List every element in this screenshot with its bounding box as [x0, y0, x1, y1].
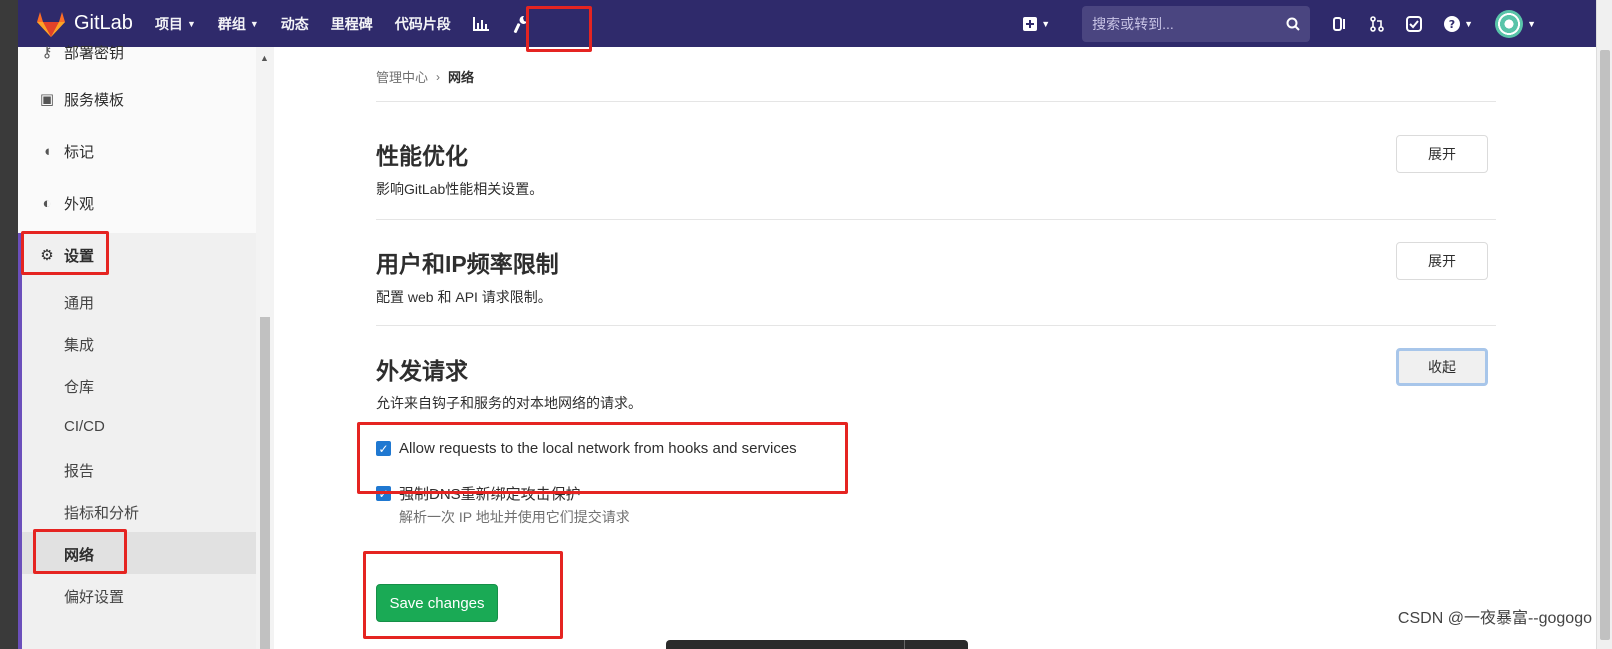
chevron-down-icon: ▼: [186, 18, 196, 29]
merge-request-icon[interactable]: [1370, 15, 1384, 32]
chevron-right-icon: ›: [436, 69, 441, 84]
chart-icon[interactable]: [472, 16, 489, 31]
nav-projects[interactable]: 项目 ▼: [155, 14, 196, 34]
sidebar-sub-reporting[interactable]: 报告: [64, 460, 94, 481]
bottom-toolbar[interactable]: [666, 640, 968, 649]
gitlab-logo-icon: [37, 11, 65, 37]
sidebar-item-service-templates[interactable]: ▣ 服务模板: [18, 87, 256, 111]
palette-icon: ◐: [42, 194, 52, 212]
collapse-outbound-button[interactable]: 收起: [1396, 348, 1488, 386]
sidebar-sub-integrations[interactable]: 集成: [64, 334, 94, 355]
nav-activity[interactable]: 动态: [281, 14, 309, 34]
section-desc-rate-limits: 配置 web 和 API 请求限制。: [376, 289, 552, 305]
watermark: CSDN @一夜暴富--gogogo: [1397, 610, 1592, 627]
section-desc-performance: 影响GitLab性能相关设置。: [376, 181, 544, 197]
wrench-highlight-box: [526, 6, 592, 52]
template-icon: ▣: [39, 91, 55, 108]
nav-milestones[interactable]: 里程碑: [331, 14, 373, 34]
scroll-up-icon[interactable]: ▲: [260, 53, 269, 63]
page-scroll-thumb[interactable]: [1600, 50, 1610, 640]
divider: [376, 325, 1496, 326]
sidebar-item-labels[interactable]: ◖ 标记: [18, 139, 256, 163]
svg-text:?: ?: [1449, 18, 1455, 31]
key-icon: ⚷: [41, 44, 53, 61]
sidebar-sub-general[interactable]: 通用: [64, 292, 94, 313]
expand-rate-limits-button[interactable]: 展开: [1396, 242, 1488, 280]
sidebar-scrollbar[interactable]: ▲: [256, 47, 274, 649]
help-icon[interactable]: ? ▼: [1444, 15, 1474, 32]
section-desc-outbound-requests: 允许来自钩子和服务的对本地网络的请求。: [376, 395, 642, 411]
dns-rebinding-help: 解析一次 IP 地址并使用它们提交请求: [399, 509, 630, 525]
nav-projects-label: 项目: [154, 15, 183, 32]
search-icon: [1286, 17, 1300, 31]
sidebar-sub-cicd[interactable]: CI/CD: [64, 418, 105, 435]
navbar-right: ▼ 搜索或转到... ? ▼ ▼: [1023, 0, 1596, 47]
divider: [376, 101, 1496, 102]
settings-highlight-box: [21, 231, 109, 275]
chevron-down-icon: ▼: [1464, 18, 1474, 29]
section-title-rate-limits: 用户和IP频率限制: [376, 251, 559, 277]
breadcrumb-parent[interactable]: 管理中心: [376, 67, 428, 86]
issues-icon[interactable]: [1332, 16, 1348, 32]
labels-icon: ◖: [42, 142, 52, 160]
checkbox-highlight-box: [357, 422, 848, 494]
sidebar-item-deploy-keys[interactable]: ⚷ 部署密钥: [18, 37, 256, 67]
chevron-down-icon: ▼: [1041, 18, 1051, 29]
window-edge: [0, 0, 18, 649]
breadcrumb: 管理中心 › 网络: [376, 67, 474, 86]
todo-icon[interactable]: [1406, 15, 1423, 32]
sidebar-sub-repository[interactable]: 仓库: [64, 376, 94, 397]
page-scrollbar[interactable]: [1596, 0, 1612, 649]
nav-activity-label: 动态: [280, 15, 309, 32]
nav-milestones-label: 里程碑: [330, 15, 373, 32]
avatar: [1495, 9, 1524, 38]
search-placeholder: 搜索或转到...: [1092, 15, 1174, 32]
nav-groups-label: 群组: [217, 15, 246, 32]
settings-section: [18, 233, 256, 649]
brand-name: GitLab: [74, 12, 133, 34]
breadcrumb-current: 网络: [448, 70, 475, 85]
sidebar-item-label: 标记: [64, 143, 95, 161]
plus-square-icon[interactable]: ▼: [1023, 16, 1051, 31]
chevron-down-icon: ▼: [1527, 18, 1536, 29]
network-highlight-box: [33, 529, 127, 574]
sidebar-sub-preferences[interactable]: 偏好设置: [64, 586, 124, 607]
nav-snippets-label: 代码片段: [394, 15, 451, 32]
sidebar-sub-metrics[interactable]: 指标和分析: [64, 502, 139, 523]
user-menu[interactable]: ▼: [1495, 9, 1536, 38]
toolbar-divider: [904, 640, 905, 649]
nav-snippets[interactable]: 代码片段: [395, 14, 451, 34]
section-title-performance: 性能优化: [376, 143, 468, 169]
chevron-down-icon: ▼: [249, 18, 259, 29]
sidebar-item-label: 外观: [64, 195, 95, 213]
sidebar-item-label: 部署密钥: [64, 44, 125, 62]
brand[interactable]: GitLab: [36, 11, 133, 37]
section-title-outbound-requests: 外发请求: [376, 358, 468, 384]
sidebar-scroll-thumb[interactable]: [260, 317, 270, 649]
nav-groups[interactable]: 群组 ▼: [218, 14, 259, 34]
sidebar-item-appearance[interactable]: ◐ 外观: [18, 191, 256, 215]
search-input[interactable]: 搜索或转到...: [1082, 5, 1311, 42]
save-highlight-box: [363, 551, 563, 639]
sidebar-item-label: 服务模板: [64, 91, 125, 109]
expand-performance-button[interactable]: 展开: [1396, 135, 1488, 173]
divider: [376, 219, 1496, 220]
